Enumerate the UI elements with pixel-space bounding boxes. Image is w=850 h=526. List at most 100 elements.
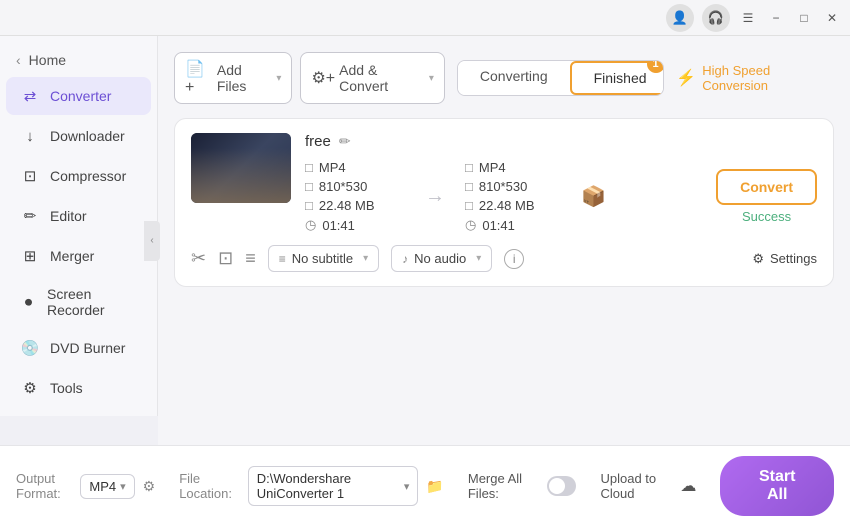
dst-duration-icon: ◷ [465,217,476,233]
dst-resolution-value: 810*530 [479,179,527,194]
sidebar-item-downloader[interactable]: ↓ Downloader [6,117,151,155]
sidebar-item-editor[interactable]: ✏ Editor [6,197,151,235]
convert-button[interactable]: Convert [716,169,817,205]
add-convert-btn[interactable]: ⚙+ Add & Convert ▾ [300,52,444,104]
sidebar-item-merger[interactable]: ⊞ Merger [6,237,151,275]
profile-icon[interactable]: 👤 [666,4,694,32]
tools-icon: ⚙ [20,378,40,398]
src-duration-value: 01:41 [322,218,355,233]
output-format-arrow-icon: ▾ [120,480,126,493]
sidebar: ‹ Home ⇄ Converter ↓ Downloader ⊡ Compre… [0,36,158,416]
src-duration-icon: ◷ [305,217,316,233]
editor-icon: ✏ [20,206,40,226]
file-location-folder-icon[interactable]: 📁 [426,478,443,495]
sidebar-collapse-btn[interactable]: ‹ [144,221,160,261]
file-location-label: File Location: [179,471,240,501]
src-duration-line: ◷ 01:41 [305,217,405,233]
subtitle-dropdown[interactable]: ≡ No subtitle ▾ [268,245,379,272]
home-nav[interactable]: ‹ Home [0,44,157,76]
tab-converting[interactable]: Converting [458,61,570,95]
sidebar-wrapper: ‹ Home ⇄ Converter ↓ Downloader ⊡ Compre… [0,36,158,445]
crop-icon[interactable]: ⊡ [218,248,233,269]
sidebar-item-label-downloader: Downloader [50,128,125,144]
output-format-value: MP4 [89,479,116,494]
sidebar-item-screen-recorder[interactable]: ⏺ Screen Recorder [6,277,151,327]
converter-icon: ⇄ [20,86,40,106]
settings-label: Settings [770,251,817,266]
sidebar-item-label-screen-recorder: Screen Recorder [47,286,137,318]
convert-action: Convert Success [716,169,817,224]
minimize-btn[interactable]: − [766,8,786,28]
dst-format-icon: □ [465,160,473,175]
conversion-arrow: → [413,185,457,208]
scissors-icon[interactable]: ✂ [191,248,206,269]
high-speed-btn[interactable]: ⚡ High Speed Conversion [676,63,834,93]
dst-size-value: 22.48 MB [479,198,535,213]
dst-resolution-line: □ 810*530 [465,179,565,194]
audio-dropdown[interactable]: ♪ No audio ▾ [391,245,492,272]
add-files-dropdown-icon[interactable]: ▾ [276,73,281,84]
maximize-btn[interactable]: □ [794,8,814,28]
compressor-icon: ⊡ [20,166,40,186]
sidebar-item-label-merger: Merger [50,248,94,264]
device-icon: 📦 [573,184,614,209]
src-format-icon: □ [305,160,313,175]
sidebar-item-compressor[interactable]: ⊡ Compressor [6,157,151,195]
output-format-settings-icon[interactable]: ⚙ [143,478,156,495]
close-btn[interactable]: ✕ [822,8,842,28]
dst-duration-line: ◷ 01:41 [465,217,565,233]
footer: Output Format: MP4 ▾ ⚙ File Location: D:… [0,445,850,526]
subtitle-dropdown-arrow: ▾ [363,253,368,264]
sidebar-item-converter[interactable]: ⇄ Converter [6,77,151,115]
file-location-arrow-icon: ▾ [404,480,410,493]
upload-cloud-row: Upload to Cloud ☁ [600,471,696,501]
src-resolution-line: □ 810*530 [305,179,405,194]
topbar: 📄+ Add Files ▾ ⚙+ Add & Convert ▾ Conver… [174,52,834,104]
main-content: 📄+ Add Files ▾ ⚙+ Add & Convert ▾ Conver… [158,36,850,445]
dvd-burner-icon: 💿 [20,338,40,358]
sidebar-item-label-editor: Editor [50,208,87,224]
add-files-icon: 📄+ [185,59,213,97]
merge-row: Merge All Files: [468,471,577,501]
audio-icon: ♪ [402,252,408,266]
dst-duration-value: 01:41 [482,218,515,233]
dst-format-box: □ MP4 □ 810*530 □ 22.48 MB [465,160,565,233]
sidebar-item-dvd-burner[interactable]: 💿 DVD Burner [6,329,151,367]
file-thumbnail [191,133,291,203]
menu-icon[interactable]: ☰ [738,8,758,28]
src-format-value: MP4 [319,160,346,175]
dst-format-value: MP4 [479,160,506,175]
subtitle-label: No subtitle [292,251,353,266]
help-icon[interactable]: 🎧 [702,4,730,32]
downloader-icon: ↓ [20,126,40,146]
src-resolution-value: 810*530 [319,179,367,194]
tab-finished[interactable]: Finished 1 [570,61,665,95]
sidebar-item-label-compressor: Compressor [50,168,126,184]
add-convert-dropdown-icon[interactable]: ▾ [429,73,434,84]
file-info: free ✏ □ MP4 □ 810*530 [305,133,817,233]
tab-finished-label: Finished [594,70,647,86]
high-speed-label: High Speed Conversion [702,63,834,93]
merger-icon: ⊞ [20,246,40,266]
dst-resolution-icon: □ [465,179,473,194]
cloud-icon[interactable]: ☁ [680,476,696,496]
screen-recorder-icon: ⏺ [20,292,37,312]
merge-toggle[interactable] [547,476,576,496]
audio-dropdown-arrow: ▾ [476,253,481,264]
info-icon[interactable]: i [504,249,524,269]
src-size-value: 22.48 MB [319,198,375,213]
lightning-icon: ⚡ [676,68,696,88]
edit-icon[interactable]: ✏ [339,133,351,150]
settings-button[interactable]: ⚙ Settings [752,251,817,267]
add-files-btn[interactable]: 📄+ Add Files ▾ [174,52,292,104]
file-name: free [305,133,331,150]
start-all-button[interactable]: Start All [720,456,834,516]
upload-label: Upload to Cloud [600,471,672,501]
sidebar-item-tools[interactable]: ⚙ Tools [6,369,151,407]
sidebar-item-label-dvd-burner: DVD Burner [50,340,125,356]
titlebar: 👤 🎧 ☰ − □ ✕ [0,0,850,36]
file-location-dropdown[interactable]: D:\Wondershare UniConverter 1 ▾ [248,466,419,506]
output-format-dropdown[interactable]: MP4 ▾ [80,474,134,499]
effects-icon[interactable]: ≡ [245,248,256,269]
src-size-icon: □ [305,198,313,213]
